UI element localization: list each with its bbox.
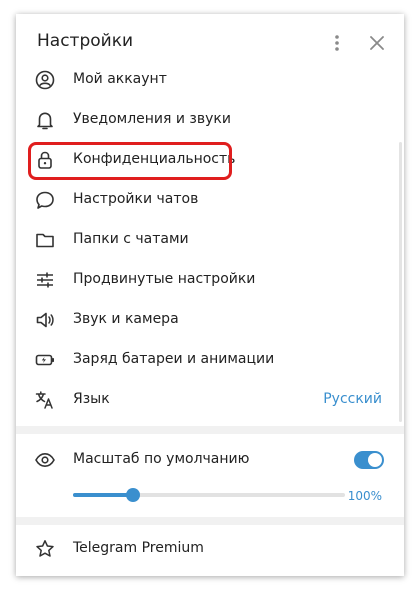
menu-item-label: Заряд батареи и анимации [73, 351, 275, 367]
menu-item-label: Продвинутые настройки [73, 271, 256, 287]
scale-slider[interactable] [73, 488, 345, 502]
menu-item-label: Мой аккаунт [73, 71, 167, 87]
close-button[interactable] [362, 28, 392, 58]
menu-item-sound-camera[interactable]: Звук и камера [16, 300, 404, 340]
vertical-dots-icon [335, 35, 339, 51]
menu-item-chat-settings[interactable]: Настройки чатов [16, 180, 404, 220]
scale-value: 100% [347, 489, 382, 503]
scale-setting-row[interactable]: Масштаб по умолчанию [16, 440, 404, 480]
close-icon [370, 36, 384, 50]
menu-item-language[interactable]: Язык Русский [16, 380, 404, 420]
scale-toggle[interactable] [354, 451, 384, 469]
slider-fill [73, 493, 133, 497]
page-title: Настройки [37, 31, 134, 51]
menu-item-label: Звук и камера [73, 311, 179, 327]
menu-item-advanced[interactable]: Продвинутые настройки [16, 260, 404, 300]
more-options-button[interactable] [322, 28, 352, 58]
language-value: Русский [323, 391, 382, 407]
scale-label: Масштаб по умолчанию [73, 451, 250, 467]
toggle-knob [368, 453, 382, 467]
speaker-icon [36, 312, 54, 328]
folder-icon [36, 233, 54, 248]
star-icon [36, 540, 54, 557]
section-divider [16, 426, 404, 434]
settings-panel: Настройки Мой аккаунт Уведомления и звук… [16, 14, 404, 576]
account-circle-icon [35, 70, 55, 90]
section-divider [16, 517, 404, 525]
menu-item-my-account[interactable]: Мой аккаунт [16, 60, 404, 100]
menu-item-label: Уведомления и звуки [73, 111, 231, 127]
menu-item-chat-folders[interactable]: Папки с чатами [16, 220, 404, 260]
eye-icon [35, 453, 55, 467]
menu-item-label: Язык [73, 391, 110, 407]
bell-icon [37, 112, 53, 130]
menu-item-telegram-premium[interactable]: Telegram Premium [16, 529, 404, 569]
menu-item-battery[interactable]: Заряд батареи и анимации [16, 340, 404, 380]
translate-icon [35, 391, 53, 409]
menu-item-label: Папки с чатами [73, 231, 189, 247]
battery-icon [35, 354, 54, 366]
slider-thumb[interactable] [125, 488, 140, 502]
chat-bubble-icon [36, 191, 54, 209]
premium-label: Telegram Premium [73, 540, 204, 556]
sliders-icon [37, 272, 53, 288]
menu-item-label: Настройки чатов [73, 191, 199, 207]
scrollbar[interactable] [399, 142, 402, 422]
privacy-highlight-box [28, 142, 232, 180]
menu-item-notifications[interactable]: Уведомления и звуки [16, 100, 404, 140]
